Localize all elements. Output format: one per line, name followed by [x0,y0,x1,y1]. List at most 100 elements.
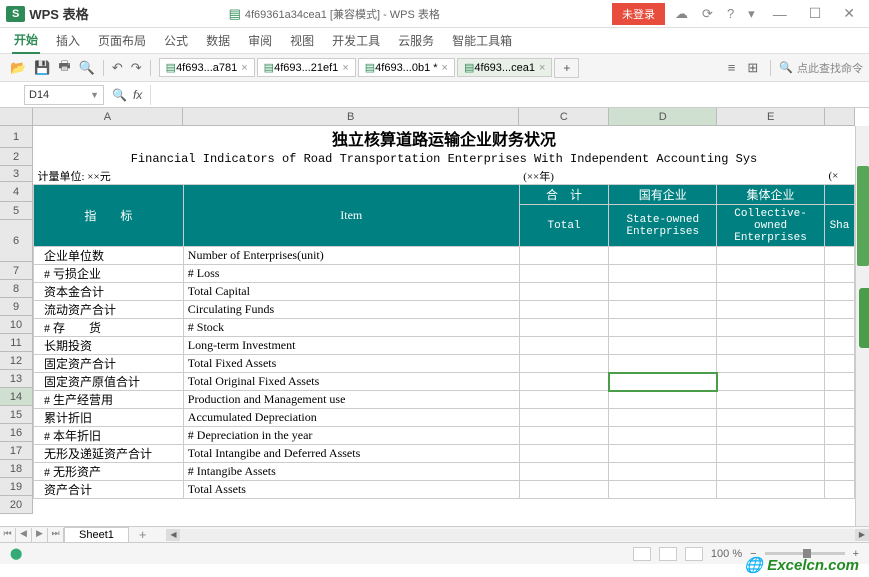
style-icon[interactable]: ⊞ [743,60,762,76]
name-box[interactable]: D14▼ [24,85,104,105]
formula-input[interactable] [150,85,869,105]
header-e[interactable]: 集体企业 [717,185,825,205]
row-header-6[interactable]: 6 [0,220,33,262]
cell-d11[interactable] [609,319,717,337]
cell-b7[interactable]: Number of Enterprises(unit) [183,247,519,265]
search-icon[interactable]: 🔍 [779,61,793,74]
close-icon[interactable]: × [442,62,448,74]
row-header-11[interactable]: 11 [0,334,33,352]
scroll-thumb[interactable] [857,166,869,266]
row-header-15[interactable]: 15 [0,406,33,424]
cell-c15[interactable] [519,391,609,409]
row-header-7[interactable]: 7 [0,262,33,280]
col-header-a[interactable]: A [33,108,183,126]
subtitle-cell[interactable]: Financial Indicators of Road Transportat… [34,150,855,168]
cell-b11[interactable]: # Stock [183,319,519,337]
cell-c7[interactable] [519,247,609,265]
hscroll-right[interactable]: ▶ [855,529,869,541]
menu-formula[interactable]: 公式 [162,28,190,53]
cell-d18[interactable] [609,445,717,463]
cell-f20[interactable] [824,481,854,499]
cell-f13[interactable] [824,355,854,373]
tab-scroll-last[interactable]: ⏭ [48,528,64,542]
cell-e17[interactable] [717,427,825,445]
add-tab-button[interactable]: + [554,58,579,78]
record-icon[interactable]: ⬤ [10,547,22,560]
zoom-slider[interactable] [765,552,845,555]
unit-left[interactable]: 计量单位: ××元 [34,168,184,185]
cell-a16[interactable]: 累计折旧 [34,409,184,427]
cell-b19[interactable]: # Intangibe Assets [183,463,519,481]
cell-f18[interactable] [824,445,854,463]
menu-cloud[interactable]: 云服务 [396,28,436,53]
cell-f11[interactable] [824,319,854,337]
row-header-14[interactable]: 14 [0,388,33,406]
cell-c20[interactable] [519,481,609,499]
row-header-13[interactable]: 13 [0,370,33,388]
cell-b9[interactable]: Total Capital [183,283,519,301]
row-header-10[interactable]: 10 [0,316,33,334]
col-header-c[interactable]: C [519,108,609,126]
cell-f8[interactable] [824,265,854,283]
cell-b13[interactable]: Total Fixed Assets [183,355,519,373]
cell-d16[interactable] [609,409,717,427]
cell-f17[interactable] [824,427,854,445]
header-d6[interactable]: State-owned Enterprises [609,205,717,247]
header-c6[interactable]: Total [519,205,609,247]
cell-c9[interactable] [519,283,609,301]
cloud-icon[interactable]: ☁ [671,6,692,22]
cell-f16[interactable] [824,409,854,427]
menu-insert[interactable]: 插入 [54,28,82,53]
row-header-2[interactable]: 2 [0,148,33,166]
cell-e10[interactable] [717,301,825,319]
print-icon[interactable]: 🖶 [54,57,74,79]
header-f6[interactable]: Sha [824,205,854,247]
cell-d19[interactable] [609,463,717,481]
search-hint[interactable]: 点此查找命令 [797,60,863,76]
zoom-value[interactable]: 100 % [711,548,742,560]
col-header-f[interactable] [825,108,855,126]
col-header-e[interactable]: E [717,108,825,126]
add-sheet-button[interactable]: + [129,526,157,543]
horizontal-scrollbar[interactable]: ◀ ▶ [166,529,869,541]
row-header-18[interactable]: 18 [0,460,33,478]
sheet-tab-1[interactable]: Sheet1 [64,527,129,543]
cell-c17[interactable] [519,427,609,445]
row-header-19[interactable]: 19 [0,478,33,496]
cell-e13[interactable] [717,355,825,373]
cell-a19[interactable]: # 无形资产 [34,463,184,481]
cell-f19[interactable] [824,463,854,481]
menu-page-layout[interactable]: 页面布局 [96,28,148,53]
row-header-9[interactable]: 9 [0,298,33,316]
cell-a20[interactable]: 资产合计 [34,481,184,499]
row-header-1[interactable]: 1 [0,126,33,148]
menu-home[interactable]: 开始 [12,27,40,54]
cell-e9[interactable] [717,283,825,301]
cell-e14[interactable] [717,373,825,391]
cell-f12[interactable] [824,337,854,355]
sidebar-handle[interactable] [859,288,869,348]
cell-c12[interactable] [519,337,609,355]
menu-review[interactable]: 审阅 [246,28,274,53]
row-header-8[interactable]: 8 [0,280,33,298]
cell-a11[interactable]: # 存 货 [34,319,184,337]
help-icon[interactable]: ? [723,6,738,21]
cell-c13[interactable] [519,355,609,373]
menu-data[interactable]: 数据 [204,28,232,53]
title-cell[interactable]: 独立核算道路运输企业财务状况 [34,126,855,150]
undo-icon[interactable]: ↶ [108,60,127,76]
row-header-17[interactable]: 17 [0,442,33,460]
cell-f7[interactable] [824,247,854,265]
doc-tab-0[interactable]: ▤ 4f693...a781× [159,58,255,77]
cell-d15[interactable] [609,391,717,409]
unit-right[interactable]: (× [824,168,854,185]
cell-b10[interactable]: Circulating Funds [183,301,519,319]
col-header-d[interactable]: D [609,108,717,126]
row-header-16[interactable]: 16 [0,424,33,442]
row-header-12[interactable]: 12 [0,352,33,370]
grid-body[interactable]: 独立核算道路运输企业财务状况Financial Indicators of Ro… [33,126,855,526]
cell-f10[interactable] [824,301,854,319]
menu-toolbox[interactable]: 智能工具箱 [450,28,514,53]
header-e6[interactable]: Collective-owned Enterprises [717,205,825,247]
close-icon[interactable]: × [342,62,348,74]
